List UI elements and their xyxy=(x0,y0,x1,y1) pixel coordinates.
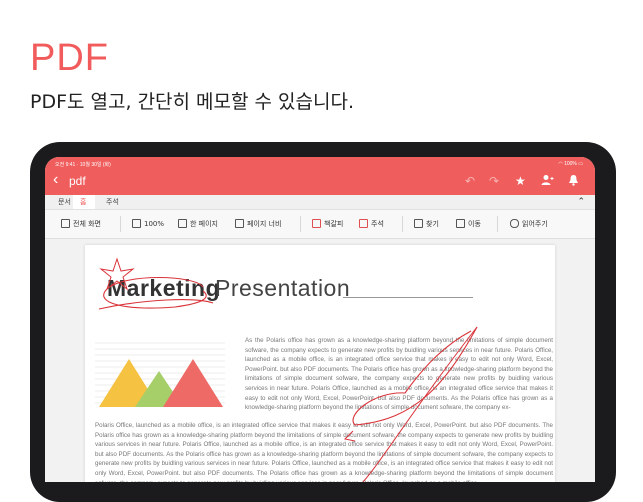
collapse-ribbon-button[interactable]: ⌃ xyxy=(577,196,585,207)
promo-subline: PDF도 열고, 간단히 메모할 수 있습니다. xyxy=(30,91,355,113)
fullscreen-icon xyxy=(61,219,70,228)
redo-icon: ↷ xyxy=(489,174,500,188)
doc-paragraph-2: Polaris Office, launched as a mobile off… xyxy=(95,422,553,482)
toolbar-divider xyxy=(497,216,498,232)
chevron-up-icon: ⌃ xyxy=(577,196,585,206)
single-page-label: 한 페이지 xyxy=(190,220,218,228)
annotation-label: 주석 xyxy=(371,220,384,228)
redo-button[interactable]: ↷ xyxy=(489,174,499,188)
bookmark-button[interactable]: 책갈피 xyxy=(312,219,343,229)
mountain-red xyxy=(163,359,223,407)
app-screen: 오전 9:41 · 10월 30일 (화) ◠ 100% ▭ ‹ pdf ↶ ↷… xyxy=(45,157,595,482)
status-time: 오전 9:41 · 10월 30일 (화) xyxy=(55,162,111,168)
zoom-button[interactable]: 100% xyxy=(132,219,164,228)
back-button[interactable]: ‹ xyxy=(53,172,58,188)
status-battery: ◠ 100% ▭ xyxy=(558,161,583,167)
mountain-chart xyxy=(95,342,225,407)
zoom-label: 100% xyxy=(144,220,165,228)
doc-title-presentation: Presentation xyxy=(215,275,351,301)
document-title: pdf xyxy=(69,174,86,188)
goto-icon xyxy=(456,219,465,228)
star-icon: ★ xyxy=(515,174,526,188)
pdf-page: Marketing Presentation As the Polaris of… xyxy=(85,245,555,482)
person-add-icon xyxy=(541,175,554,185)
page-width-icon xyxy=(235,219,244,228)
undo-button[interactable]: ↶ xyxy=(465,174,475,188)
fullscreen-label: 전체 화면 xyxy=(73,220,101,228)
ribbon-tabs: 문서 홈 주석 ⌃ xyxy=(45,195,595,210)
notification-button[interactable] xyxy=(568,174,579,189)
goto-label: 이동 xyxy=(468,220,481,228)
bell-icon xyxy=(569,175,578,186)
page-width-button[interactable]: 페이지 너비 xyxy=(235,219,281,229)
read-aloud-icon xyxy=(510,219,519,228)
ribbon-toolbar: 전체 화면 100% 한 페이지 페이지 너비 책갈피 주석 찾기 이동 읽어주… xyxy=(45,210,595,239)
read-aloud-label: 읽어주기 xyxy=(522,220,548,228)
bookmark-label: 책갈피 xyxy=(324,220,344,228)
toolbar-divider xyxy=(402,216,403,232)
annotation-icon xyxy=(359,219,368,228)
promo-headline: PDF xyxy=(30,37,109,79)
battery-level: 100% xyxy=(564,161,577,167)
single-page-icon xyxy=(178,219,187,228)
doc-title-marketing: Marketing xyxy=(107,275,221,301)
undo-icon: ↶ xyxy=(465,174,476,188)
tab-annotation[interactable]: 주석 xyxy=(106,197,119,207)
battery-icon: ▭ xyxy=(576,161,583,167)
favorite-button[interactable]: ★ xyxy=(515,174,526,188)
document-viewer[interactable]: Marketing Presentation As the Polaris of… xyxy=(45,239,595,482)
share-button[interactable] xyxy=(541,174,554,189)
page-width-label: 페이지 너비 xyxy=(247,220,282,228)
title-underline xyxy=(343,297,473,298)
doc-paragraph-1: As the Polaris office has grown as a kno… xyxy=(245,337,553,412)
toolbar-divider xyxy=(120,216,121,232)
read-aloud-button[interactable]: 읽어주기 xyxy=(510,219,548,229)
tab-document[interactable]: 문서 xyxy=(58,197,71,207)
tab-home[interactable]: 홈 xyxy=(80,197,86,207)
find-label: 찾기 xyxy=(426,220,439,228)
chevron-left-icon: ‹ xyxy=(53,171,59,188)
annotation-button[interactable]: 주석 xyxy=(359,219,384,229)
bookmark-icon xyxy=(312,219,321,228)
app-header: 오전 9:41 · 10월 30일 (화) ◠ 100% ▭ ‹ pdf ↶ ↷… xyxy=(45,157,595,195)
find-button[interactable]: 찾기 xyxy=(414,219,439,229)
binoculars-icon xyxy=(414,219,423,228)
fullscreen-button[interactable]: 전체 화면 xyxy=(61,219,101,229)
toolbar-divider xyxy=(300,216,301,232)
goto-button[interactable]: 이동 xyxy=(456,219,481,229)
single-page-button[interactable]: 한 페이지 xyxy=(178,219,218,229)
zoom-icon xyxy=(132,219,141,228)
